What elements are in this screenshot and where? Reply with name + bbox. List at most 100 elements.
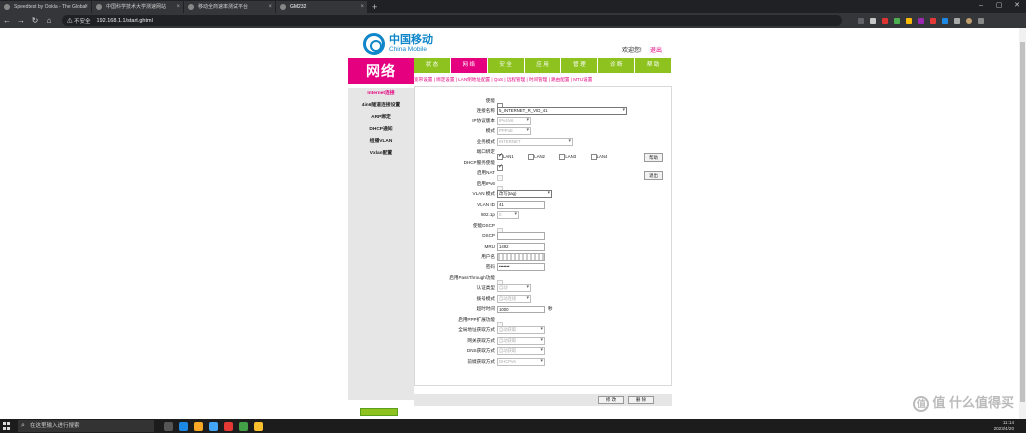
config-form: 使能 连接名称5_INTERNET_R_VID_41 IP协议版本IPv4/v6… xyxy=(414,86,672,386)
browser-tab[interactable]: 中国科学技术大学测速网站 × xyxy=(92,1,184,13)
extension-icon[interactable] xyxy=(942,17,948,24)
exit-button[interactable]: 退出 xyxy=(644,171,663,180)
extension-icon[interactable] xyxy=(918,17,924,24)
taskbar: 在这里输入进行搜索 11:14 2023/4/20 xyxy=(0,419,1026,433)
security-warning[interactable]: ⚠ 不安全 xyxy=(67,17,91,25)
modify-button[interactable]: 修 改 xyxy=(598,396,624,404)
footer-logo xyxy=(360,408,398,416)
address-bar[interactable]: ⚠ 不安全 192.168.1.1/start.ghtml xyxy=(62,15,842,26)
auth-select[interactable]: 自动 xyxy=(497,284,531,292)
global-addr-label: 全局地址获取方式 xyxy=(458,327,495,332)
app-icon[interactable] xyxy=(224,421,233,431)
browser-tab[interactable]: 移动全商速率测试平台 × xyxy=(184,1,276,13)
page-scrollbar[interactable] xyxy=(1019,28,1026,419)
china-mobile-logo-icon xyxy=(363,33,385,55)
extension-icon[interactable] xyxy=(882,17,888,24)
close-tab-icon[interactable]: × xyxy=(84,1,88,13)
sidebar-item-dhcp[interactable]: DHCP通知 xyxy=(348,124,414,136)
sidebar-item-4in6[interactable]: 4in6隧道连接设置 xyxy=(348,100,414,112)
nav-management[interactable]: 管 理 xyxy=(561,58,599,73)
tab-favicon-icon xyxy=(188,4,194,10)
share-icon[interactable] xyxy=(858,17,864,24)
store-icon[interactable] xyxy=(209,421,218,431)
nav-status[interactable]: 状 态 xyxy=(414,58,451,73)
sidebar-item-vxlan[interactable]: Vxlan配置 xyxy=(348,148,414,160)
browser-tab-active[interactable]: GM232 × xyxy=(276,1,368,13)
mru-label: MRU xyxy=(484,244,495,249)
logout-link[interactable]: 退出 xyxy=(650,45,662,54)
ipv6-label: 启用IPv6 xyxy=(476,181,495,186)
china-mobile-logo: 中国移动 China Mobile xyxy=(363,31,443,57)
idle-input[interactable]: 1000 xyxy=(497,305,545,313)
new-tab-icon[interactable]: + xyxy=(372,1,377,13)
idle-unit: 秒 xyxy=(548,306,553,311)
vlan-mode-select[interactable]: 改写(tag) xyxy=(497,190,552,198)
task-view-icon[interactable] xyxy=(164,421,173,431)
mode-select[interactable]: PPPoE xyxy=(497,127,531,135)
nat-label: 启用NAT xyxy=(476,170,495,175)
minimize-icon[interactable]: – xyxy=(972,0,990,12)
home-icon[interactable]: ⌂ xyxy=(42,16,56,25)
close-tab-icon[interactable]: × xyxy=(360,1,364,13)
reload-icon[interactable]: ↻ xyxy=(28,16,42,25)
dns-label: DNS获取方式 xyxy=(466,348,495,353)
file-explorer-icon[interactable] xyxy=(194,421,203,431)
chrome-icon[interactable] xyxy=(254,421,263,431)
system-tray[interactable]: 11:14 2023/4/20 xyxy=(994,419,1014,433)
dial-select[interactable]: 自动连接 xyxy=(497,295,531,303)
app-icon[interactable] xyxy=(239,421,248,431)
gateway-select[interactable]: 自动获取 xyxy=(497,337,545,345)
sidebar-item-multicast-vlan[interactable]: 组播VLAN xyxy=(348,136,414,148)
watermark: 值值 什么值得买 xyxy=(913,392,1014,412)
conn-name-select[interactable]: 5_INTERNET_R_VID_41 xyxy=(497,107,627,115)
extension-icon[interactable] xyxy=(930,17,936,24)
nav-help[interactable]: 帮 助 xyxy=(635,58,673,73)
edge-icon[interactable] xyxy=(179,421,188,431)
username-input[interactable] xyxy=(497,253,545,261)
ppp-ext-label: 启用PPP扩展功能 xyxy=(458,317,495,322)
watermark-text: 值 什么值得买 xyxy=(932,395,1014,410)
port-binding-label: 端口绑定 xyxy=(476,149,495,154)
vlan-id-input[interactable]: 41 xyxy=(497,201,545,209)
windows-start-icon[interactable] xyxy=(0,419,14,433)
action-bar: 修 改 删 除 xyxy=(414,394,672,406)
back-icon[interactable]: ← xyxy=(0,16,14,25)
password-label: 密码 xyxy=(485,264,495,269)
delete-button[interactable]: 删 除 xyxy=(628,396,654,404)
dscp-input[interactable] xyxy=(497,232,545,240)
sidebar-item-arp[interactable]: ARP绑定 xyxy=(348,112,414,124)
dns-select[interactable]: 自动获取 xyxy=(497,347,545,355)
gateway-label: 网关获取方式 xyxy=(467,338,495,343)
sidebar-item-internet[interactable]: Internet连接 xyxy=(348,88,414,100)
dot1p-select[interactable]: 0 xyxy=(497,211,519,219)
password-input[interactable]: ••••••• xyxy=(497,263,545,271)
nav-diagnosis[interactable]: 诊 断 xyxy=(598,58,636,73)
help-button[interactable]: 帮助 xyxy=(644,153,663,162)
maximize-icon[interactable]: ▢ xyxy=(990,0,1008,12)
extension-icon[interactable] xyxy=(894,17,900,24)
nav-network[interactable]: 网 络 xyxy=(450,58,488,73)
sub-nav[interactable]: 宽带设置 | 绑定设置 | LAN侧地址配置 | QoS | 远程管理 | 时间… xyxy=(414,75,672,84)
puzzle-icon[interactable] xyxy=(954,17,960,24)
browser-toolbar: ← → ↻ ⌂ ⚠ 不安全 192.168.1.1/start.ghtml xyxy=(0,13,1026,28)
menu-icon[interactable] xyxy=(978,17,984,24)
bookmark-star-icon[interactable] xyxy=(870,17,876,24)
scrollbar-thumb[interactable] xyxy=(1020,42,1025,402)
close-tab-icon[interactable]: × xyxy=(176,1,180,13)
mru-input[interactable]: 1492 xyxy=(497,243,545,251)
enable-label: 使能 xyxy=(485,98,495,103)
global-addr-select[interactable]: 自动获取 xyxy=(497,326,545,334)
page-viewport: 中国移动 China Mobile 欢迎您! 退出 网络 状 态 网 络 安 全… xyxy=(0,28,1026,419)
ip-proto-select[interactable]: IPv4/v6 xyxy=(497,117,531,125)
profile-avatar[interactable] xyxy=(966,17,972,24)
taskbar-search[interactable]: 在这里输入进行搜索 xyxy=(18,420,154,432)
nav-application[interactable]: 应 用 xyxy=(524,58,562,73)
browser-tab[interactable]: Speedtest by Ookla - The Global × xyxy=(0,1,92,13)
close-tab-icon[interactable]: × xyxy=(268,1,272,13)
prefix-select[interactable]: DHCPv6 xyxy=(497,358,545,366)
service-select[interactable]: INTERNET xyxy=(497,138,573,146)
close-window-icon[interactable]: ✕ xyxy=(1008,0,1026,12)
nav-security[interactable]: 安 全 xyxy=(487,58,525,73)
forward-icon[interactable]: → xyxy=(14,16,28,25)
extension-icon[interactable] xyxy=(906,17,912,24)
